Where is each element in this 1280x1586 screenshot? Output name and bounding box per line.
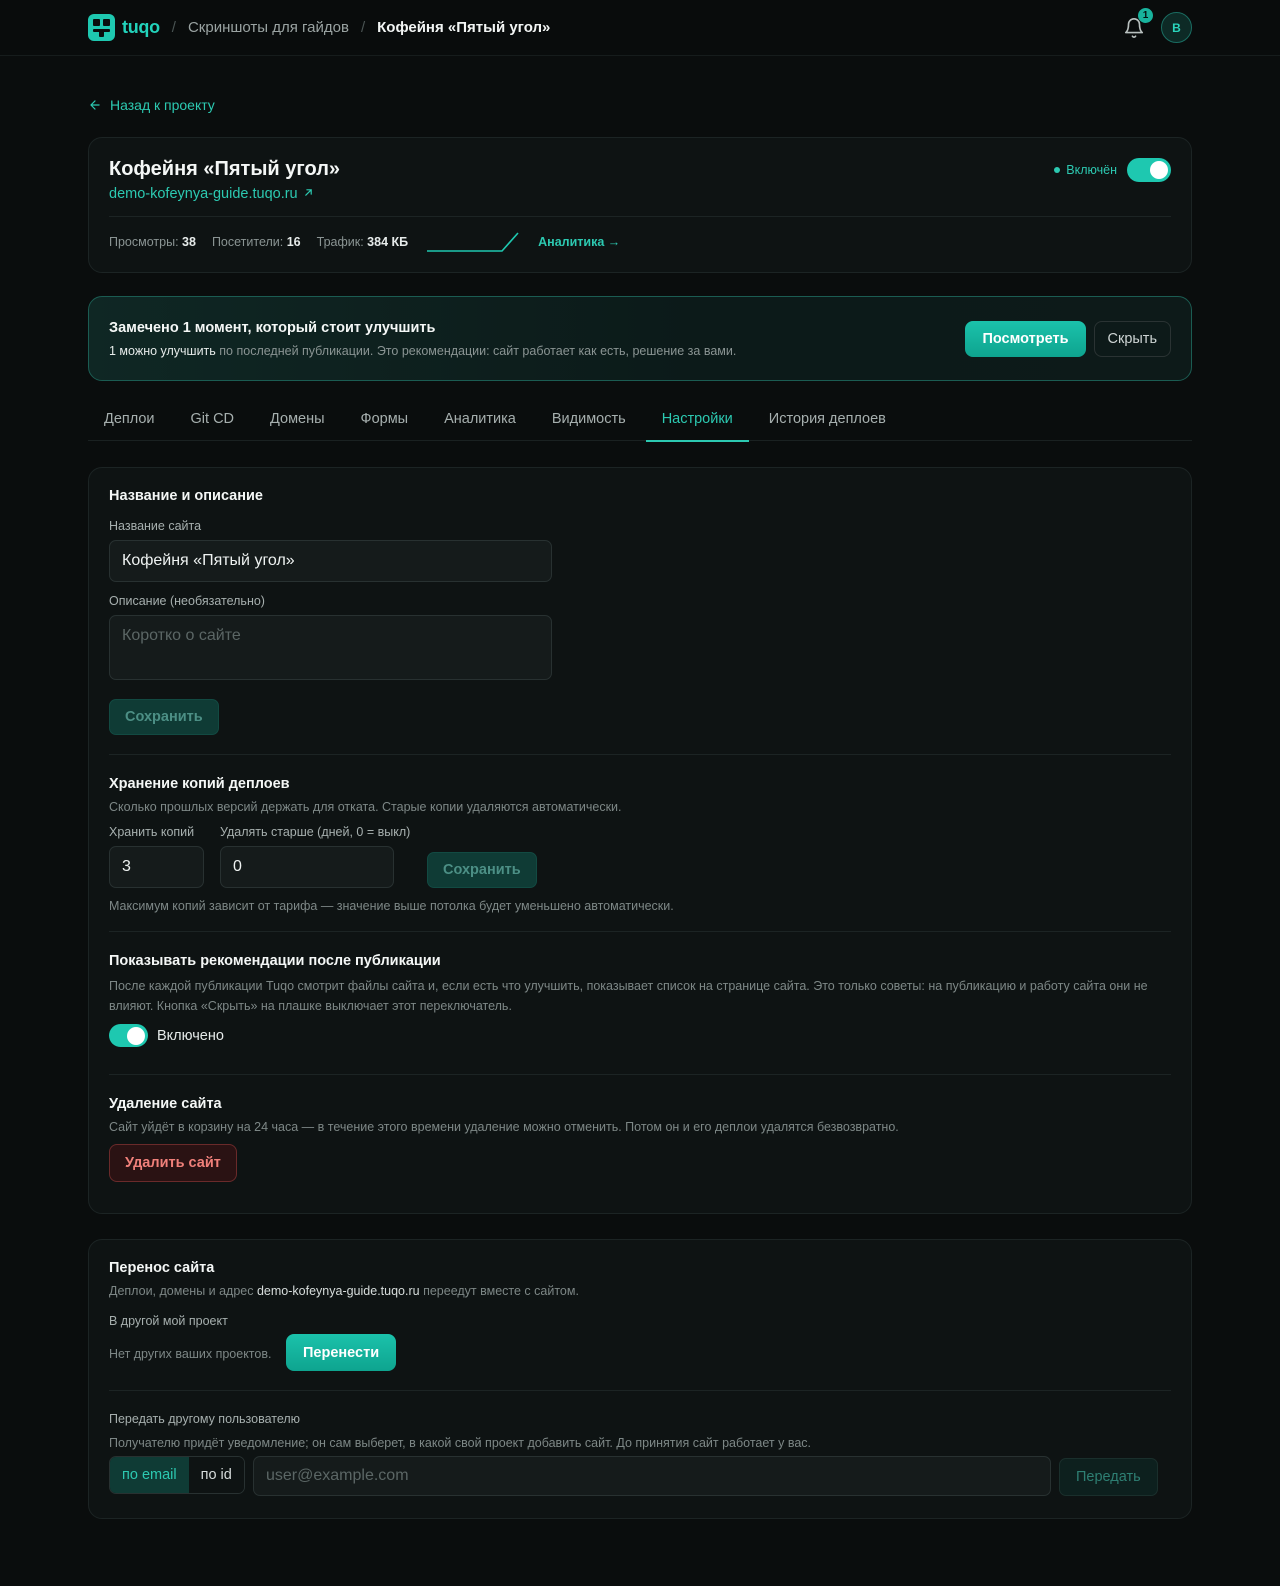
own-project-label: В другой мой проект xyxy=(109,1314,228,1328)
back-link-label: Назад к проекту xyxy=(110,97,215,113)
settings-card: Название и описание Название сайта Кофей… xyxy=(88,467,1192,1214)
arrow-left-icon xyxy=(90,100,100,110)
recommendations-toggle-row: Включено xyxy=(109,1024,224,1047)
tab-settings[interactable]: Настройки xyxy=(645,405,749,442)
save-name-button[interactable]: Сохранить xyxy=(109,699,219,735)
tab-visibility[interactable]: Видимость xyxy=(536,405,642,441)
retention-section-title: Хранение копий деплоев xyxy=(109,776,290,792)
avatar[interactable]: В xyxy=(1161,12,1192,43)
traffic-sparkline xyxy=(427,232,519,252)
transfer-user-description: Получателю придёт уведомление; он сам вы… xyxy=(109,1436,812,1450)
tab-deploys[interactable]: Деплои xyxy=(88,405,171,441)
breadcrumb-separator: / xyxy=(171,19,176,36)
description-placeholder: Коротко о сайте xyxy=(122,627,241,644)
tab-git-cd[interactable]: Git CD xyxy=(175,405,251,441)
site-url-text: demo-kofeynya-guide.tuqo.ru xyxy=(109,186,298,202)
logo-icon xyxy=(88,14,115,41)
name-section-title: Название и описание xyxy=(109,488,263,504)
logo[interactable]: tuqo xyxy=(88,14,160,41)
site-name-label: Название сайта xyxy=(109,519,202,533)
stat-traffic: Трафик: 384 КБ xyxy=(316,235,409,249)
divider xyxy=(109,754,1171,755)
transfer-user-label: Передать другому пользователю xyxy=(109,1412,301,1426)
divider xyxy=(109,1074,1171,1075)
banner-title: Замечено 1 момент, который стоит улучшит… xyxy=(109,319,436,336)
view-recommendations-button[interactable]: Посмотреть xyxy=(965,320,1086,357)
keep-copies-label: Хранить копий xyxy=(109,825,195,839)
recommendations-toggle-label: Включено xyxy=(157,1027,224,1044)
tab-analytics[interactable]: Аналитика xyxy=(428,405,532,441)
status-dot xyxy=(1054,167,1061,173)
recommendations-banner: Замечено 1 момент, который стоит улучшит… xyxy=(88,296,1192,381)
tab-domains[interactable]: Домены xyxy=(254,405,341,441)
no-projects-text: Нет других ваших проектов. xyxy=(109,1347,272,1361)
divider xyxy=(109,1390,1171,1391)
breadcrumb-project[interactable]: Скриншоты для гайдов xyxy=(188,19,349,36)
notifications-button[interactable]: 1 xyxy=(1123,7,1153,39)
transfer-section-title: Перенос сайта xyxy=(109,1260,215,1276)
keep-copies-input[interactable]: 3 xyxy=(109,846,204,888)
top-bar: tuqo / Скриншоты для гайдов / Кофейня «П… xyxy=(0,0,1280,56)
description-textarea[interactable]: Коротко о сайте xyxy=(109,615,552,680)
site-title: Кофейня «Пятый угол» xyxy=(109,158,341,180)
breadcrumb-separator: / xyxy=(360,19,366,36)
save-retention-button[interactable]: Сохранить xyxy=(427,852,537,888)
recipient-email-placeholder: user@example.com xyxy=(266,1467,409,1484)
delete-section-title: Удаление сайта xyxy=(109,1096,222,1112)
tab-forms[interactable]: Формы xyxy=(345,405,425,441)
site-stats: Просмотры: 38 Посетители: 16 Трафик: 384… xyxy=(109,231,1171,253)
site-card: Кофейня «Пятый угол» demo-kofeynya-guide… xyxy=(88,137,1192,273)
hide-banner-button[interactable]: Скрыть xyxy=(1093,320,1171,357)
mode-email-option[interactable]: по email xyxy=(110,1457,189,1493)
breadcrumb-current: Кофейня «Пятый угол» xyxy=(377,19,551,36)
back-link[interactable]: Назад к проекту xyxy=(88,97,1192,113)
banner-subtitle: 1 можно улучшить по последней публикации… xyxy=(109,343,737,358)
site-enabled-toggle[interactable] xyxy=(1127,158,1171,182)
stat-visitors: Посетители: 16 xyxy=(211,235,301,249)
recommendations-section-title: Показывать рекомендации после публикации xyxy=(109,953,441,969)
transfer-button[interactable]: Передать xyxy=(1059,1458,1158,1496)
transfer-description: Деплои, домены и адрес demo-kofeynya-gui… xyxy=(109,1284,579,1298)
stat-views: Просмотры: 38 xyxy=(109,235,196,249)
recommendations-description: После каждой публикации Tuqo смотрит фай… xyxy=(109,979,1148,1013)
description-label: Описание (необязательно) xyxy=(109,594,265,608)
logo-text: tuqo xyxy=(122,17,160,37)
site-name-input[interactable]: Кофейня «Пятый угол» xyxy=(109,540,552,582)
mode-id-option[interactable]: по id xyxy=(188,1457,244,1493)
transfer-card: Перенос сайта Деплои, домены и адрес dem… xyxy=(88,1239,1192,1519)
divider xyxy=(109,216,1171,217)
notification-badge: 1 xyxy=(1138,7,1153,23)
site-status: Включён xyxy=(1054,158,1171,182)
retention-note: Максимум копий зависит от тарифа — значе… xyxy=(109,899,674,913)
transfer-mode-selector: по email по id xyxy=(109,1456,245,1494)
tab-deploy-history[interactable]: История деплоев xyxy=(753,405,902,441)
delete-site-button[interactable]: Удалить сайт xyxy=(109,1144,237,1182)
delete-description: Сайт уйдёт в корзину на 24 часа — в тече… xyxy=(109,1120,899,1134)
site-url-link[interactable]: demo-kofeynya-guide.tuqo.ru xyxy=(109,186,315,202)
tabs: Деплои Git CD Домены Формы Аналитика Вид… xyxy=(88,405,1192,442)
delete-older-input[interactable]: 0 xyxy=(220,846,394,888)
delete-older-label: Удалять старше (дней, 0 = выкл) xyxy=(220,825,411,839)
move-site-button[interactable]: Перенести xyxy=(286,1334,397,1371)
status-label: Включён xyxy=(1054,163,1117,177)
external-link-icon xyxy=(304,189,312,196)
recipient-email-input[interactable]: user@example.com xyxy=(253,1456,1051,1496)
analytics-link[interactable]: Аналитика → xyxy=(538,235,620,249)
retention-description: Сколько прошлых версий держать для откат… xyxy=(109,800,622,814)
divider xyxy=(109,931,1171,932)
recommendations-toggle[interactable] xyxy=(109,1024,148,1047)
